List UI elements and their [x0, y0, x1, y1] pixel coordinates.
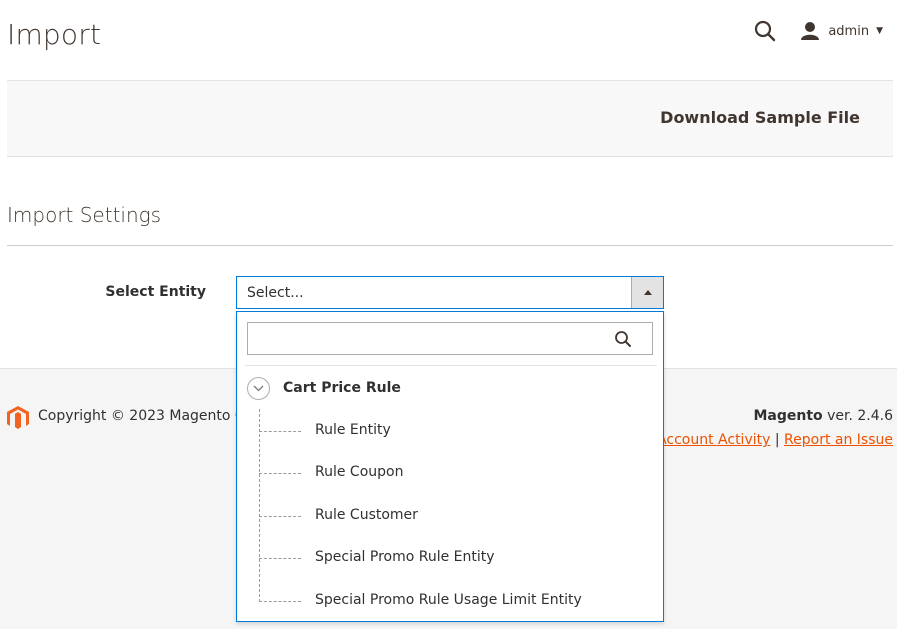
- tree-branch-line: [259, 473, 301, 474]
- page-actions-bar: Download Sample File: [7, 80, 893, 157]
- version-text: ver. 2.4.6: [827, 408, 893, 424]
- tree-branch-line: [259, 431, 301, 432]
- footer-links: | Account Activity | Report an Issue: [648, 432, 893, 448]
- entity-options-dropdown: Cart Price Rule Rule Entity Rule Coupon …: [236, 311, 664, 622]
- download-sample-file-button[interactable]: Download Sample File: [660, 108, 860, 127]
- tree-branch-line: [259, 558, 301, 559]
- chevron-down-icon: ▼: [876, 26, 883, 36]
- option-label: Special Promo Rule Entity: [315, 549, 495, 565]
- select-entity-label: Select Entity: [105, 284, 206, 300]
- option-label: Rule Customer: [315, 507, 418, 523]
- copyright-text: Copyright © 2023 Magento Co: [38, 408, 254, 424]
- user-icon: [800, 21, 820, 41]
- report-issue-link[interactable]: Report an Issue: [784, 432, 893, 448]
- tree-branch-line: [259, 601, 301, 602]
- page-title: Import: [7, 18, 102, 51]
- tree-branch-line: [259, 516, 301, 517]
- tree-connector-line: [259, 409, 260, 602]
- option-label: Rule Coupon: [315, 464, 404, 480]
- group-collapse-toggle[interactable]: [247, 377, 270, 400]
- option-label: Special Promo Rule Usage Limit Entity: [315, 592, 582, 608]
- select-entity-dropdown[interactable]: Select...: [236, 276, 664, 309]
- link-separator: |: [774, 432, 780, 448]
- option-label: Rule Entity: [315, 422, 391, 438]
- chevron-down-icon: [253, 385, 264, 392]
- import-settings-title: Import Settings: [7, 203, 162, 227]
- dropdown-divider: [245, 365, 657, 366]
- chevron-up-icon: [643, 290, 652, 295]
- option-group-cart-price-rule[interactable]: Cart Price Rule: [283, 380, 401, 396]
- search-icon: [615, 331, 631, 347]
- search-icon: [755, 20, 776, 42]
- select-toggle-button[interactable]: [631, 277, 663, 308]
- admin-user-menu[interactable]: admin ▼: [800, 21, 883, 41]
- section-divider: [7, 245, 893, 246]
- global-search-button[interactable]: [752, 18, 778, 44]
- account-activity-link[interactable]: Account Activity: [657, 432, 770, 448]
- magento-logo-icon: [7, 406, 29, 429]
- select-entity-value: Select...: [247, 285, 304, 301]
- admin-username: admin: [828, 23, 870, 39]
- brand-name: Magento: [753, 408, 823, 424]
- version-info: Magento ver. 2.4.6: [753, 408, 893, 424]
- dropdown-search-input[interactable]: [248, 323, 608, 354]
- dropdown-search-box: [247, 322, 653, 355]
- header-actions: admin ▼: [752, 18, 883, 44]
